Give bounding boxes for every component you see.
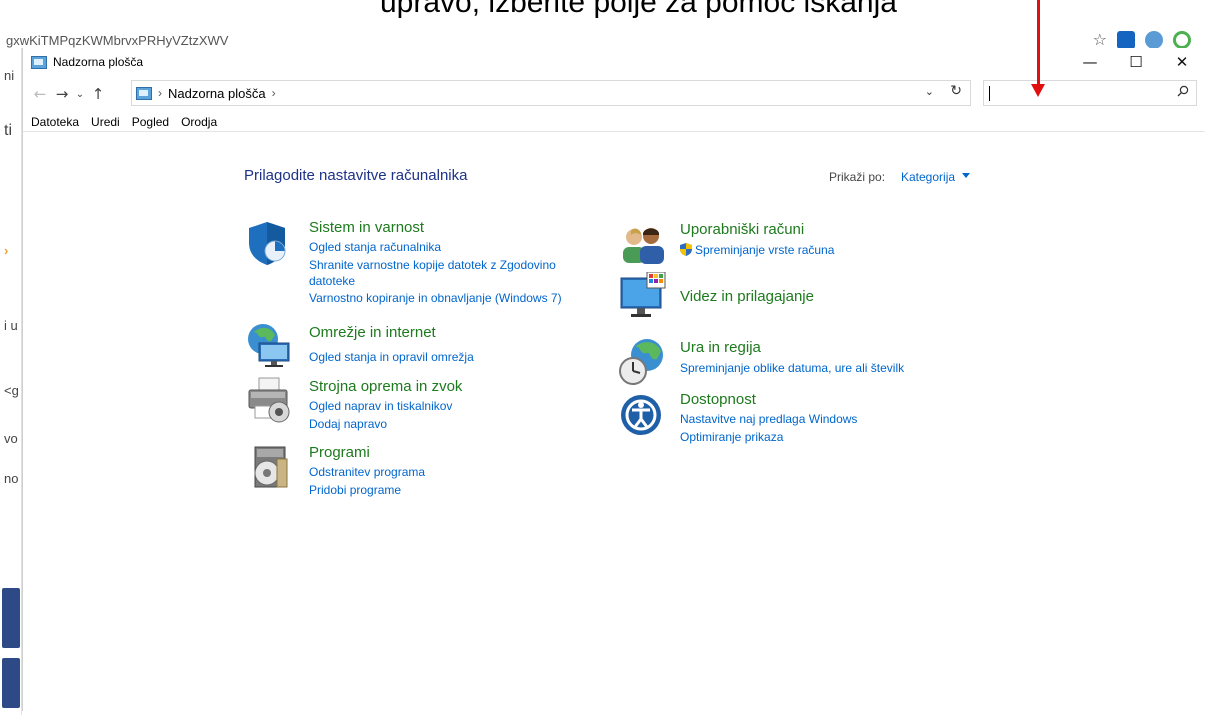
background-text: › — [4, 243, 9, 258]
background-browser-icons: ☆ — [1093, 30, 1191, 48]
link-devices-printers[interactable]: Ogled naprav in tiskalnikov — [309, 398, 452, 414]
uac-shield-icon — [680, 243, 692, 256]
window-title: Nadzorna plošča — [53, 55, 144, 69]
breadcrumb-item[interactable]: Nadzorna plošča — [168, 86, 266, 101]
link-file-history-backup[interactable]: Shranite varnostne kopije datotek z Zgod… — [309, 257, 589, 289]
menu-uredi[interactable]: Uredi — [91, 115, 120, 129]
accessibility-icon[interactable] — [619, 391, 667, 439]
link-view-computer-status[interactable]: Ogled stanja računalnika — [309, 239, 441, 255]
menu-bar: Datoteka Uredi Pogled Orodja — [23, 112, 1205, 132]
user-accounts-icon[interactable] — [619, 221, 667, 269]
text-cursor — [989, 85, 990, 101]
link-backup-restore[interactable]: Varnostno kopiranje in obnavljanje (Wind… — [309, 290, 562, 306]
view-by-dropdown[interactable]: Kategorija — [901, 170, 955, 184]
category-system-security[interactable]: Sistem in varnost — [309, 219, 424, 236]
recent-locations-button[interactable]: ⌄ — [73, 89, 87, 100]
title-bar[interactable]: Nadzorna plošča — ☐ ✕ — [23, 48, 1205, 76]
link-let-windows-suggest[interactable]: Nastavitve naj predlaga Windows — [680, 411, 857, 427]
control-panel-icon — [136, 86, 152, 100]
link-change-account-type-label: Spreminjanje vrste računa — [695, 243, 835, 257]
minimize-button[interactable]: — — [1067, 48, 1113, 76]
menu-orodja[interactable]: Orodja — [181, 115, 217, 129]
extension-icon — [1145, 30, 1163, 48]
background-text: no — [4, 471, 19, 486]
address-bar[interactable]: › Nadzorna plošča › ⌄ ↻ — [131, 80, 971, 106]
printer-icon[interactable] — [245, 376, 293, 424]
navigation-bar: ← → ⌄ ↑ › Nadzorna plošča › ⌄ ↻ — [23, 76, 1205, 112]
back-button[interactable]: ← — [29, 85, 51, 103]
control-panel-window: Nadzorna plošča — ☐ ✕ ← → ⌄ ↑ › Nadzorna… — [22, 48, 1205, 711]
extension-icon — [1117, 30, 1135, 48]
up-button[interactable]: ↑ — [87, 85, 109, 103]
menu-datoteka[interactable]: Datoteka — [31, 115, 79, 129]
link-network-status[interactable]: Ogled stanja in opravil omrežja — [309, 349, 474, 365]
close-button[interactable]: ✕ — [1159, 48, 1205, 76]
link-get-programs[interactable]: Pridobi programe — [309, 482, 401, 498]
category-programs[interactable]: Programi — [309, 444, 370, 461]
star-icon: ☆ — [1092, 30, 1107, 48]
background-text: vo — [4, 431, 18, 446]
category-network-internet[interactable]: Omrežje in internet — [309, 324, 436, 341]
background-caption: upravo, izberite polje za pomoč iskanja — [380, 0, 897, 19]
background-text: <g — [4, 383, 19, 398]
chevron-down-icon[interactable] — [962, 173, 970, 178]
category-clock-region[interactable]: Ura in regija — [680, 339, 761, 356]
breadcrumb-separator[interactable]: › — [158, 86, 162, 100]
background-browser-bar: upravo, izberite polje za pomoč iskanja … — [0, 0, 1205, 48]
search-box[interactable] — [983, 80, 1197, 106]
background-text: ti — [4, 122, 12, 139]
network-globe-icon[interactable] — [245, 321, 293, 369]
annotation-arrow — [1037, 0, 1040, 86]
link-uninstall-program[interactable]: Odstranitev programa — [309, 464, 425, 480]
search-input[interactable] — [994, 82, 1170, 104]
page-title: Prilagodite nastavitve računalnika — [244, 167, 468, 184]
forward-button[interactable]: → — [51, 85, 73, 103]
annotation-arrow-head — [1031, 84, 1045, 97]
background-url: gxwKiTMPqzKWMbrvxPRHyVZtzXWV — [6, 33, 229, 48]
background-browser-page: ni ti › i u <g vo no — [0, 48, 22, 715]
extension-icon — [1173, 30, 1191, 48]
menu-pogled[interactable]: Pogled — [132, 115, 169, 129]
window-controls: — ☐ ✕ — [1067, 48, 1205, 76]
background-text: ni — [4, 68, 15, 83]
link-change-date-time-format[interactable]: Spreminjanje oblike datuma, ure ali štev… — [680, 360, 904, 376]
category-hardware-sound[interactable]: Strojna oprema in zvok — [309, 378, 462, 395]
shield-icon[interactable] — [245, 219, 293, 267]
background-image — [2, 658, 20, 708]
category-appearance-personalization[interactable]: Videz in prilagajanje — [680, 288, 814, 305]
chevron-down-icon[interactable]: ⌄ — [925, 85, 934, 98]
refresh-icon[interactable]: ↻ — [950, 83, 962, 99]
link-add-device[interactable]: Dodaj napravo — [309, 416, 387, 432]
category-accessibility[interactable]: Dostopnost — [680, 391, 756, 408]
clock-region-icon[interactable] — [619, 337, 667, 385]
programs-icon[interactable] — [245, 443, 293, 491]
link-change-account-type[interactable]: Spreminjanje vrste računa — [680, 242, 834, 258]
category-user-accounts[interactable]: Uporabniški računi — [680, 221, 804, 238]
breadcrumb-separator[interactable]: › — [272, 86, 276, 100]
view-by-label: Prikaži po: — [829, 170, 886, 184]
background-text: i u — [4, 318, 18, 333]
maximize-button[interactable]: ☐ — [1113, 48, 1159, 76]
appearance-monitor-icon[interactable] — [619, 271, 667, 320]
control-panel-icon — [31, 55, 47, 69]
background-image — [2, 588, 20, 648]
control-panel-content: Prilagodite nastavitve računalnika Prika… — [23, 133, 1205, 711]
search-icon[interactable] — [1170, 85, 1196, 101]
link-optimize-display[interactable]: Optimiranje prikaza — [680, 429, 783, 445]
